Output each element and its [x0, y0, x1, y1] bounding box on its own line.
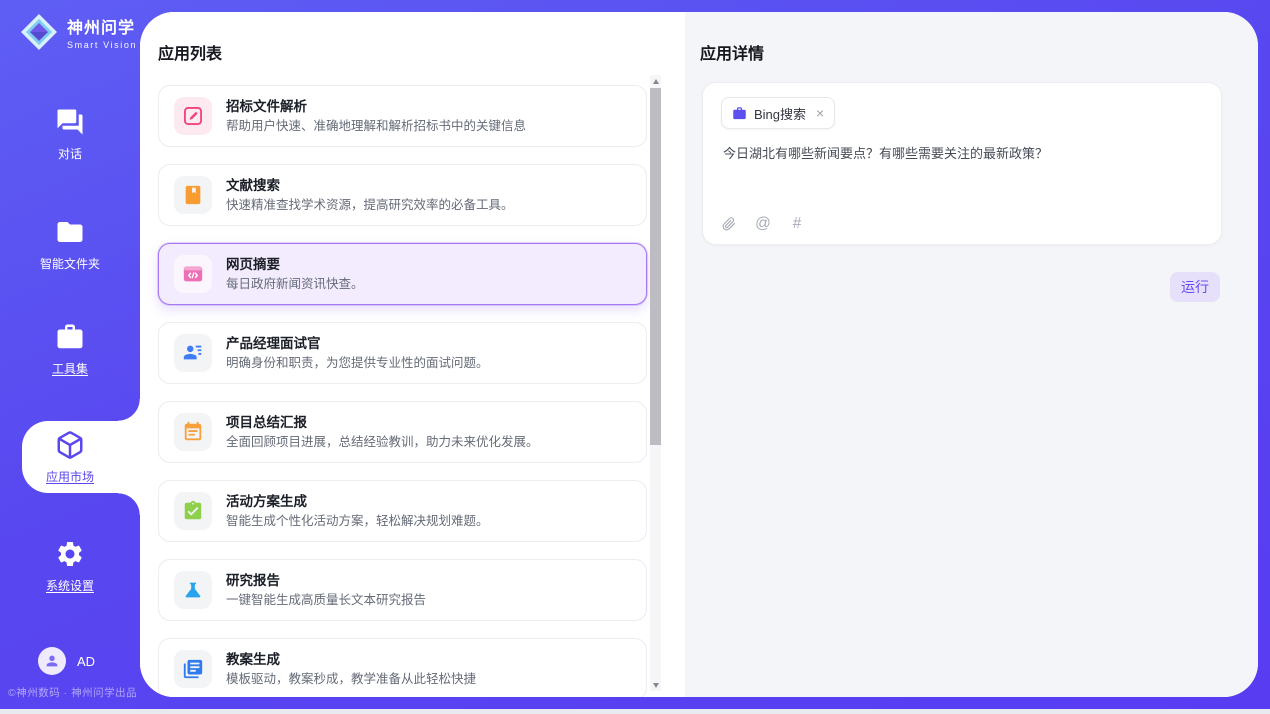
lesson-books-icon: [174, 650, 212, 688]
query-text[interactable]: 今日湖北有哪些新闻要点？有哪些需要关注的最新政策？: [723, 145, 1203, 163]
sidebar-item-label: 智能文件夹: [40, 255, 100, 272]
user-row[interactable]: AD: [38, 647, 95, 675]
brand-name: 神州问学: [67, 20, 137, 38]
prompt-card[interactable]: Bing搜索 × 今日湖北有哪些新闻要点？有哪些需要关注的最新政策？ @#: [702, 82, 1222, 245]
app-description: 快速精准查找学术资源，提高研究效率的必备工具。: [226, 198, 514, 212]
app-card-interviewer-person[interactable]: 产品经理面试官明确身份和职责，为您提供专业性的面试问题。: [158, 322, 647, 384]
gear-icon: [55, 539, 85, 569]
copyright-text: ©神州数码 · 神州问学出品: [8, 685, 140, 700]
sidebar-item-chat[interactable]: 对话: [0, 107, 140, 162]
sidebar-item-label: 对话: [58, 145, 82, 162]
app-card-literature-book[interactable]: 文献搜索快速精准查找学术资源，提高研究效率的必备工具。: [158, 164, 647, 226]
mention-at-icon[interactable]: @: [755, 216, 771, 232]
toolbox-icon: [55, 322, 85, 352]
app-card-webpage-summary[interactable]: 网页摘要每日政府新闻资讯快查。: [158, 243, 647, 305]
app-card-lesson-books[interactable]: 教案生成模板驱动，教案秒成，教学准备从此轻松快捷: [158, 638, 647, 697]
briefcase-icon: [732, 106, 747, 121]
sidebar-item-label: 工具集: [52, 360, 88, 377]
app-card-project-report-calendar[interactable]: 项目总结汇报全面回顾项目进展，总结经验教训，助力未来优化发展。: [158, 401, 647, 463]
bid-document-icon: [174, 97, 212, 135]
content-area: 应用列表 招标文件解析帮助用户快速、准确地理解和解析招标书中的关键信息文献搜索快…: [140, 12, 1258, 697]
app-detail-title: 应用详情: [700, 40, 764, 64]
app-card-research-flask[interactable]: 研究报告一键智能生成高质量长文本研究报告: [158, 559, 647, 621]
sidebar-item-toolbox[interactable]: 工具集: [0, 322, 140, 377]
sidebar-item-gear[interactable]: 系统设置: [0, 539, 140, 594]
webpage-summary-icon: [174, 255, 212, 293]
app-name: 教案生成: [226, 652, 476, 667]
user-name: AD: [77, 654, 95, 669]
app-name: 产品经理面试官: [226, 336, 489, 351]
scrollbar[interactable]: [650, 75, 661, 691]
interviewer-person-icon: [174, 334, 212, 372]
app-market-cube-icon: [55, 430, 85, 460]
scrollbar-down-arrow-icon[interactable]: [650, 679, 661, 691]
scrollbar-up-arrow-icon[interactable]: [650, 75, 661, 87]
app-description: 一键智能生成高质量长文本研究报告: [226, 593, 426, 607]
tool-tag-label: Bing搜索: [754, 104, 806, 123]
app-name: 招标文件解析: [226, 99, 526, 114]
app-description: 智能生成个性化活动方案，轻松解决规划难题。: [226, 514, 489, 528]
app-name: 网页摘要: [226, 257, 364, 272]
sidebar-item-folder[interactable]: 智能文件夹: [0, 217, 140, 272]
sidebar-item-label: 系统设置: [46, 577, 94, 594]
hash-icon[interactable]: #: [789, 216, 805, 232]
app-detail-panel: 应用详情 Bing搜索 × 今日湖北有哪些新闻要点？有哪些需要关注的最新政策？ …: [685, 12, 1258, 697]
app-name: 项目总结汇报: [226, 415, 539, 430]
app-description: 模板驱动，教案秒成，教学准备从此轻松快捷: [226, 672, 476, 686]
app-list: 招标文件解析帮助用户快速、准确地理解和解析招标书中的关键信息文献搜索快速精准查找…: [158, 85, 647, 697]
app-description: 每日政府新闻资讯快查。: [226, 277, 364, 291]
sidebar-item-app-market-cube[interactable]: 应用市场: [0, 421, 140, 493]
app-name: 研究报告: [226, 573, 426, 588]
brand-subtitle: Smart Vision: [67, 40, 137, 50]
diamond-logo-icon: [19, 12, 59, 57]
app-name: 活动方案生成: [226, 494, 489, 509]
folder-icon: [55, 217, 85, 247]
paperclip-icon[interactable]: [721, 216, 737, 232]
app-card-event-plan-clipboard[interactable]: 活动方案生成智能生成个性化活动方案，轻松解决规划难题。: [158, 480, 647, 542]
app-description: 帮助用户快速、准确地理解和解析招标书中的关键信息: [226, 119, 526, 133]
app-list-panel: 应用列表 招标文件解析帮助用户快速、准确地理解和解析招标书中的关键信息文献搜索快…: [140, 12, 685, 697]
brand-logo: 神州问学 Smart Vision: [19, 12, 137, 57]
sidebar: 神州问学 Smart Vision 对话智能文件夹工具集应用市场系统设置 AD …: [0, 0, 140, 709]
tool-tag-bing-search[interactable]: Bing搜索 ×: [721, 97, 835, 129]
app-name: 文献搜索: [226, 178, 514, 193]
app-list-title: 应用列表: [158, 40, 222, 64]
chat-icon: [55, 107, 85, 137]
close-icon[interactable]: ×: [816, 106, 824, 120]
avatar[interactable]: [38, 647, 66, 675]
sidebar-item-label: 应用市场: [46, 468, 94, 485]
literature-book-icon: [174, 176, 212, 214]
project-report-calendar-icon: [174, 413, 212, 451]
event-plan-clipboard-icon: [174, 492, 212, 530]
composer-toolbar: @#: [721, 216, 805, 232]
run-button[interactable]: 运行: [1170, 272, 1220, 302]
app-description: 明确身份和职责，为您提供专业性的面试问题。: [226, 356, 489, 370]
app-description: 全面回顾项目进展，总结经验教训，助力未来优化发展。: [226, 435, 539, 449]
research-flask-icon: [174, 571, 212, 609]
scrollbar-thumb[interactable]: [650, 88, 661, 445]
app-card-bid-document[interactable]: 招标文件解析帮助用户快速、准确地理解和解析招标书中的关键信息: [158, 85, 647, 147]
